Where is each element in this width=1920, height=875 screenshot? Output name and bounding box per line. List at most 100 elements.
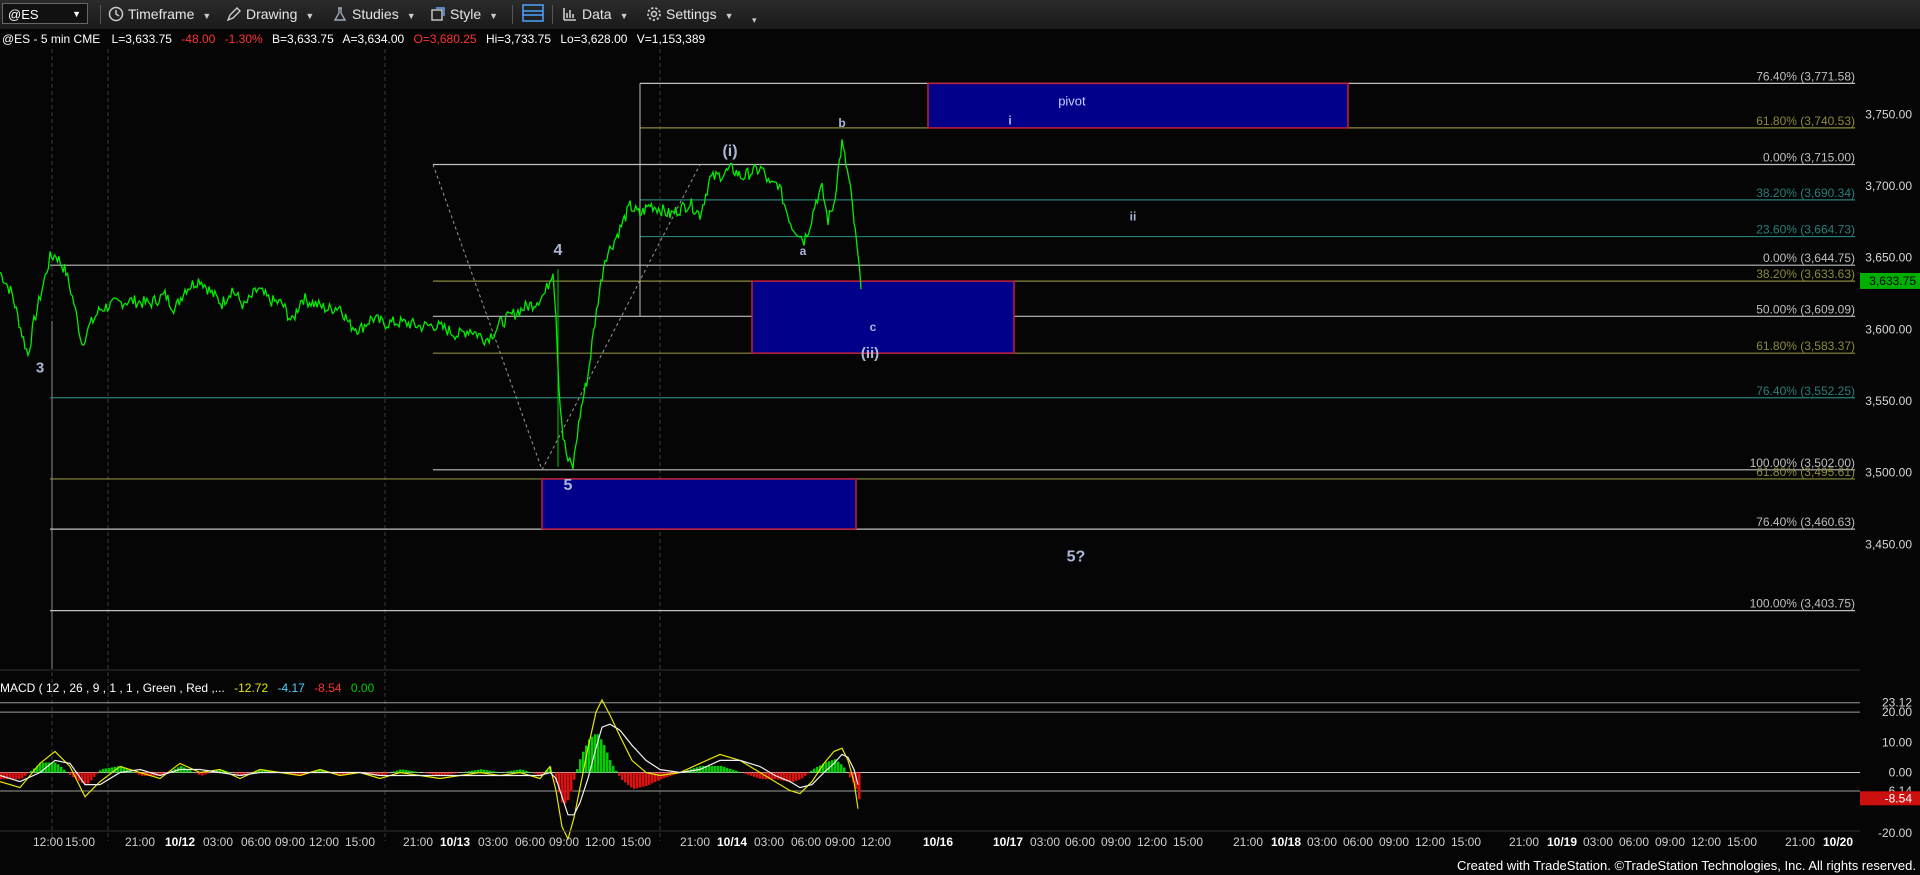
macd-histogram-bar [93,772,96,777]
macd-diff-value: -8.54 [314,681,342,695]
time-tick-label: 03:00 [1030,835,1060,849]
time-tick-label: 12:00 [1137,835,1167,849]
macd-histogram-bar [87,772,90,784]
macd-histogram-bar [489,770,492,773]
macd-histogram-bar [402,769,405,773]
macd-histogram-bar [630,772,633,788]
time-tick-label: 06:00 [791,835,821,849]
macd-histogram-bar [414,771,417,773]
last-price-marker-label: 3,633.75 [1869,274,1916,288]
time-tick-label: 10/12 [165,835,195,849]
time-tick-label: 12:00 [1415,835,1445,849]
fib-level-label: 38.20% (3,633.63) [1756,267,1855,281]
time-tick-label: 21:00 [1233,835,1263,849]
macd-histogram-bar [618,772,621,776]
flask-icon [333,7,347,21]
macd-histogram-bar [750,772,753,776]
price-tick-label: 3,550.00 [1865,394,1912,408]
macd-histogram-bar [27,772,30,774]
macd-histogram-bar [69,772,72,775]
settings-label: Settings [666,6,717,22]
macd-histogram-bar [99,770,102,773]
time-tick-label: 09:00 [1101,835,1131,849]
settings-button[interactable]: Settings ▼ [646,4,734,24]
fib-level-label: 23.60% (3,664.73) [1756,223,1855,237]
window-layout-button[interactable] [522,4,548,24]
time-tick-label: 12:00 [861,835,891,849]
macd-histogram-bar [246,772,249,774]
macd-histogram-bar [612,765,615,773]
time-tick-label: 06:00 [1065,835,1095,849]
macd-histogram-bar [426,772,429,774]
studies-button[interactable]: Studies ▼ [332,4,416,24]
macd-histogram-bar [102,768,105,773]
macd-histogram-bar [465,771,468,773]
macd-histogram-bar [837,761,840,773]
time-tick-label: 09:00 [1379,835,1409,849]
macd-histogram-bar [708,765,711,773]
macd-histogram-bar [804,772,807,776]
fib-level-label: 76.40% (3,771.58) [1756,69,1855,83]
macd-histogram-bar [192,771,195,773]
time-tick-label: 03:00 [754,835,784,849]
toolbar-overflow-button[interactable]: ▾ [744,8,757,28]
macd-histogram-bar [753,772,756,777]
macd-signal-value: -4.17 [277,681,305,695]
clock-icon [108,6,124,22]
price-tick-label: 3,500.00 [1865,466,1912,480]
data-button[interactable]: Data ▼ [562,4,629,24]
style-button[interactable]: Style ▼ [430,4,498,24]
wave-label: (ii) [861,345,879,362]
macd-histogram-bar [453,772,456,774]
macd-histogram-bar [525,770,528,773]
macd-histogram-bar [576,769,579,773]
macd-histogram-bar [450,772,453,775]
macd-histogram-bar [24,772,27,776]
price-tick-label: 3,700.00 [1865,179,1912,193]
drawing-button[interactable]: Drawing ▼ [226,4,314,24]
wave-label: 5 [564,477,573,494]
macd-histogram-bar [18,772,21,780]
time-tick-label: 06:00 [515,835,545,849]
macd-histogram-bar [603,745,606,773]
time-tick-label: 09:00 [1655,835,1685,849]
time-tick-label: 15:00 [65,835,95,849]
open-price: O=3,680.25 [414,32,477,46]
time-tick-label: 03:00 [1583,835,1613,849]
drawing-label: Drawing [246,6,298,22]
macd-histogram-bar [723,766,726,773]
time-tick-label: 06:00 [1619,835,1649,849]
macd-histogram-bar [633,772,636,789]
pivot-box [927,82,1349,129]
macd-histogram-bar [201,772,204,776]
studies-label: Studies [352,6,399,22]
macd-histogram-bar [756,772,759,778]
time-tick-label: 10/14 [717,835,747,849]
macd-histogram-bar [732,769,735,773]
time-tick-label: 09:00 [825,835,855,849]
time-tick-label: 12:00 [1691,835,1721,849]
timeframe-button[interactable]: Timeframe ▼ [108,4,211,24]
wave-label: 4 [554,242,563,259]
macd-histogram-bar [726,767,729,773]
chevron-down-icon: ▼ [724,11,734,21]
wave-label: ii [1130,209,1137,223]
price-tick-label: 3,750.00 [1865,107,1912,121]
macd-histogram-bar [648,772,651,785]
macd-histogram-bar [810,770,813,773]
time-tick-label: 10/16 [923,835,953,849]
symbol-description: @ES - 5 min CME [2,32,100,46]
macd-histogram-bar [447,772,450,775]
fib-level-label: 100.00% (3,403.75) [1750,597,1855,611]
macd-histogram-bar [12,772,15,780]
toolbar-divider [100,5,101,24]
macd-histogram-bar [54,762,57,773]
volume: V=1,153,389 [637,32,706,46]
macd-histogram-bar [795,772,798,781]
macd-histogram-bar [411,771,414,773]
fib-level-label: 38.20% (3,690.34) [1756,186,1855,200]
time-tick-label: 21:00 [680,835,710,849]
macd-histogram-bar [858,772,861,800]
gear-icon [647,7,661,21]
symbol-selector[interactable]: @ES ▼ [2,3,88,24]
